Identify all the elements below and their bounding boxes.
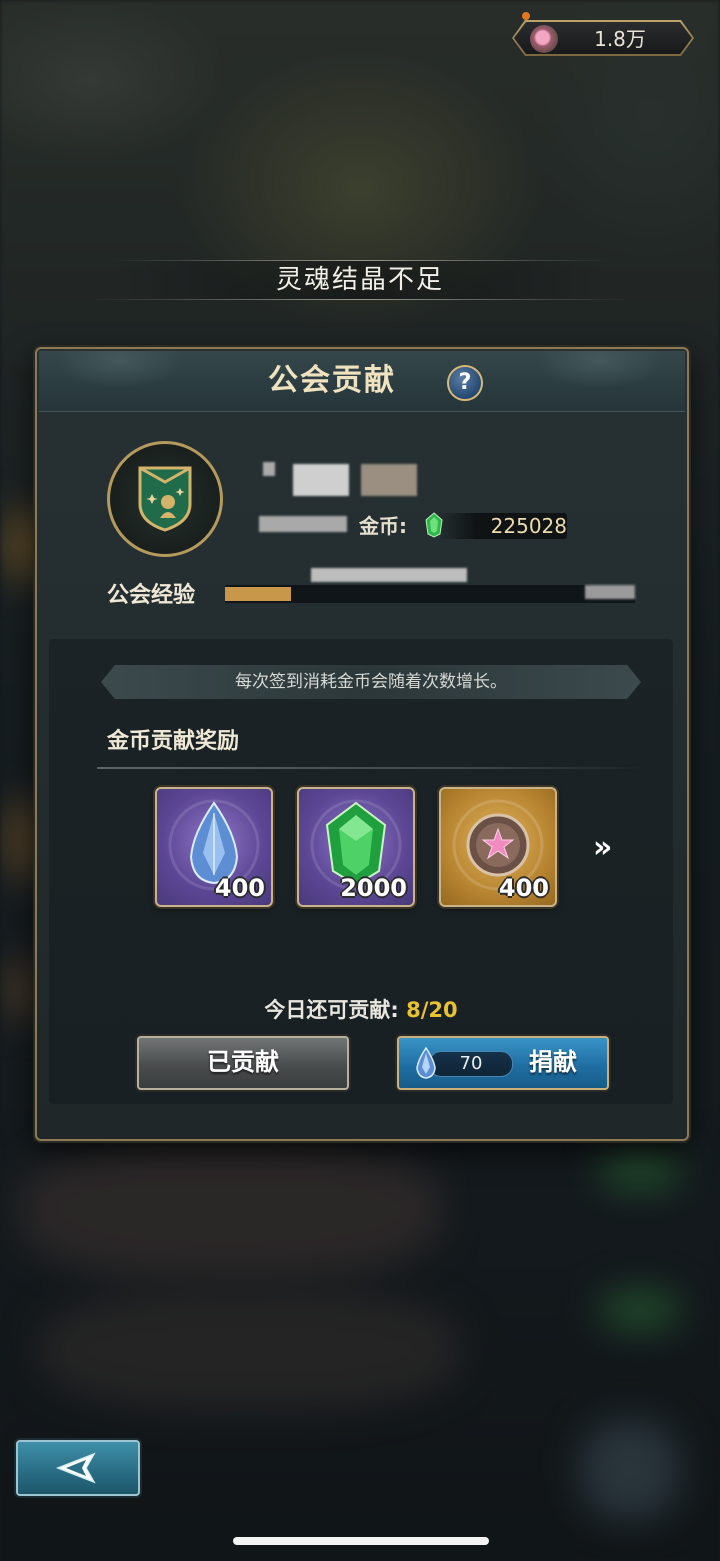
reward-item[interactable]: 2000 [297,787,415,907]
panel-header: 公会贡献 ? [39,351,685,412]
donate-label: 捐献 [529,1048,577,1076]
warning-text: 灵魂结晶不足 [275,265,444,295]
guild-contribution-panel: 公会贡献 ? 金币: 225028 公会经验 每次签到消耗金币会随着次数增长。 … [35,347,689,1141]
contributed-button[interactable]: 已贡献 [137,1036,349,1090]
hint-bar: 每次签到消耗金币会随着次数增长。 [101,665,641,699]
reward-item[interactable]: 400 [155,787,273,907]
coin-label: 金币: [359,514,407,538]
warning-banner: 灵魂结晶不足 [90,258,630,300]
donate-button[interactable]: 70 捐献 [397,1036,609,1090]
shield-icon [138,466,192,532]
guild-exp-fill [225,587,291,601]
back-arrow-icon [55,1452,96,1484]
hidden-guild-name [361,464,417,496]
panel-title: 公会贡献 [268,363,396,398]
soul-crystal-icon [530,25,558,53]
hidden-exp-value [311,568,467,582]
notification-dot [522,12,530,20]
rewards-title: 金币贡献奖励 [107,729,240,754]
currency-value: 1.8万 [594,27,646,51]
contributed-label: 已贡献 [207,1048,279,1076]
hidden-guild-name [263,462,275,476]
back-button[interactable] [16,1440,140,1496]
reward-count: 2000 [340,874,407,902]
guild-emblem [107,441,223,557]
hidden-guild-name [293,464,349,496]
more-rewards-arrow[interactable]: » [593,833,612,863]
home-indicator[interactable] [233,1537,489,1545]
green-gem-icon [425,512,443,538]
blue-crystal-icon [416,1046,436,1079]
guild-exp-label: 公会经验 [107,583,196,608]
remaining-value: 8/20 [406,998,458,1022]
hidden-guild-level [259,516,347,532]
reward-item[interactable]: 400 [439,787,557,907]
remaining-label: 今日还可贡献: [264,998,399,1022]
remaining-contributions: 今日还可贡献: 8/20 [49,995,673,1025]
coin-value: 225028 [490,514,567,538]
reward-count: 400 [214,874,265,902]
guild-exp-bar [225,585,635,603]
hidden-exp-level [585,585,635,599]
help-button[interactable]: ? [447,365,483,401]
divider [97,767,645,769]
reward-count: 400 [498,874,549,902]
contribution-section: 每次签到消耗金币会随着次数增长。 金币贡献奖励 400 2000 400 » 今… [49,639,673,1104]
hint-text: 每次签到消耗金币会随着次数增长。 [235,672,507,692]
